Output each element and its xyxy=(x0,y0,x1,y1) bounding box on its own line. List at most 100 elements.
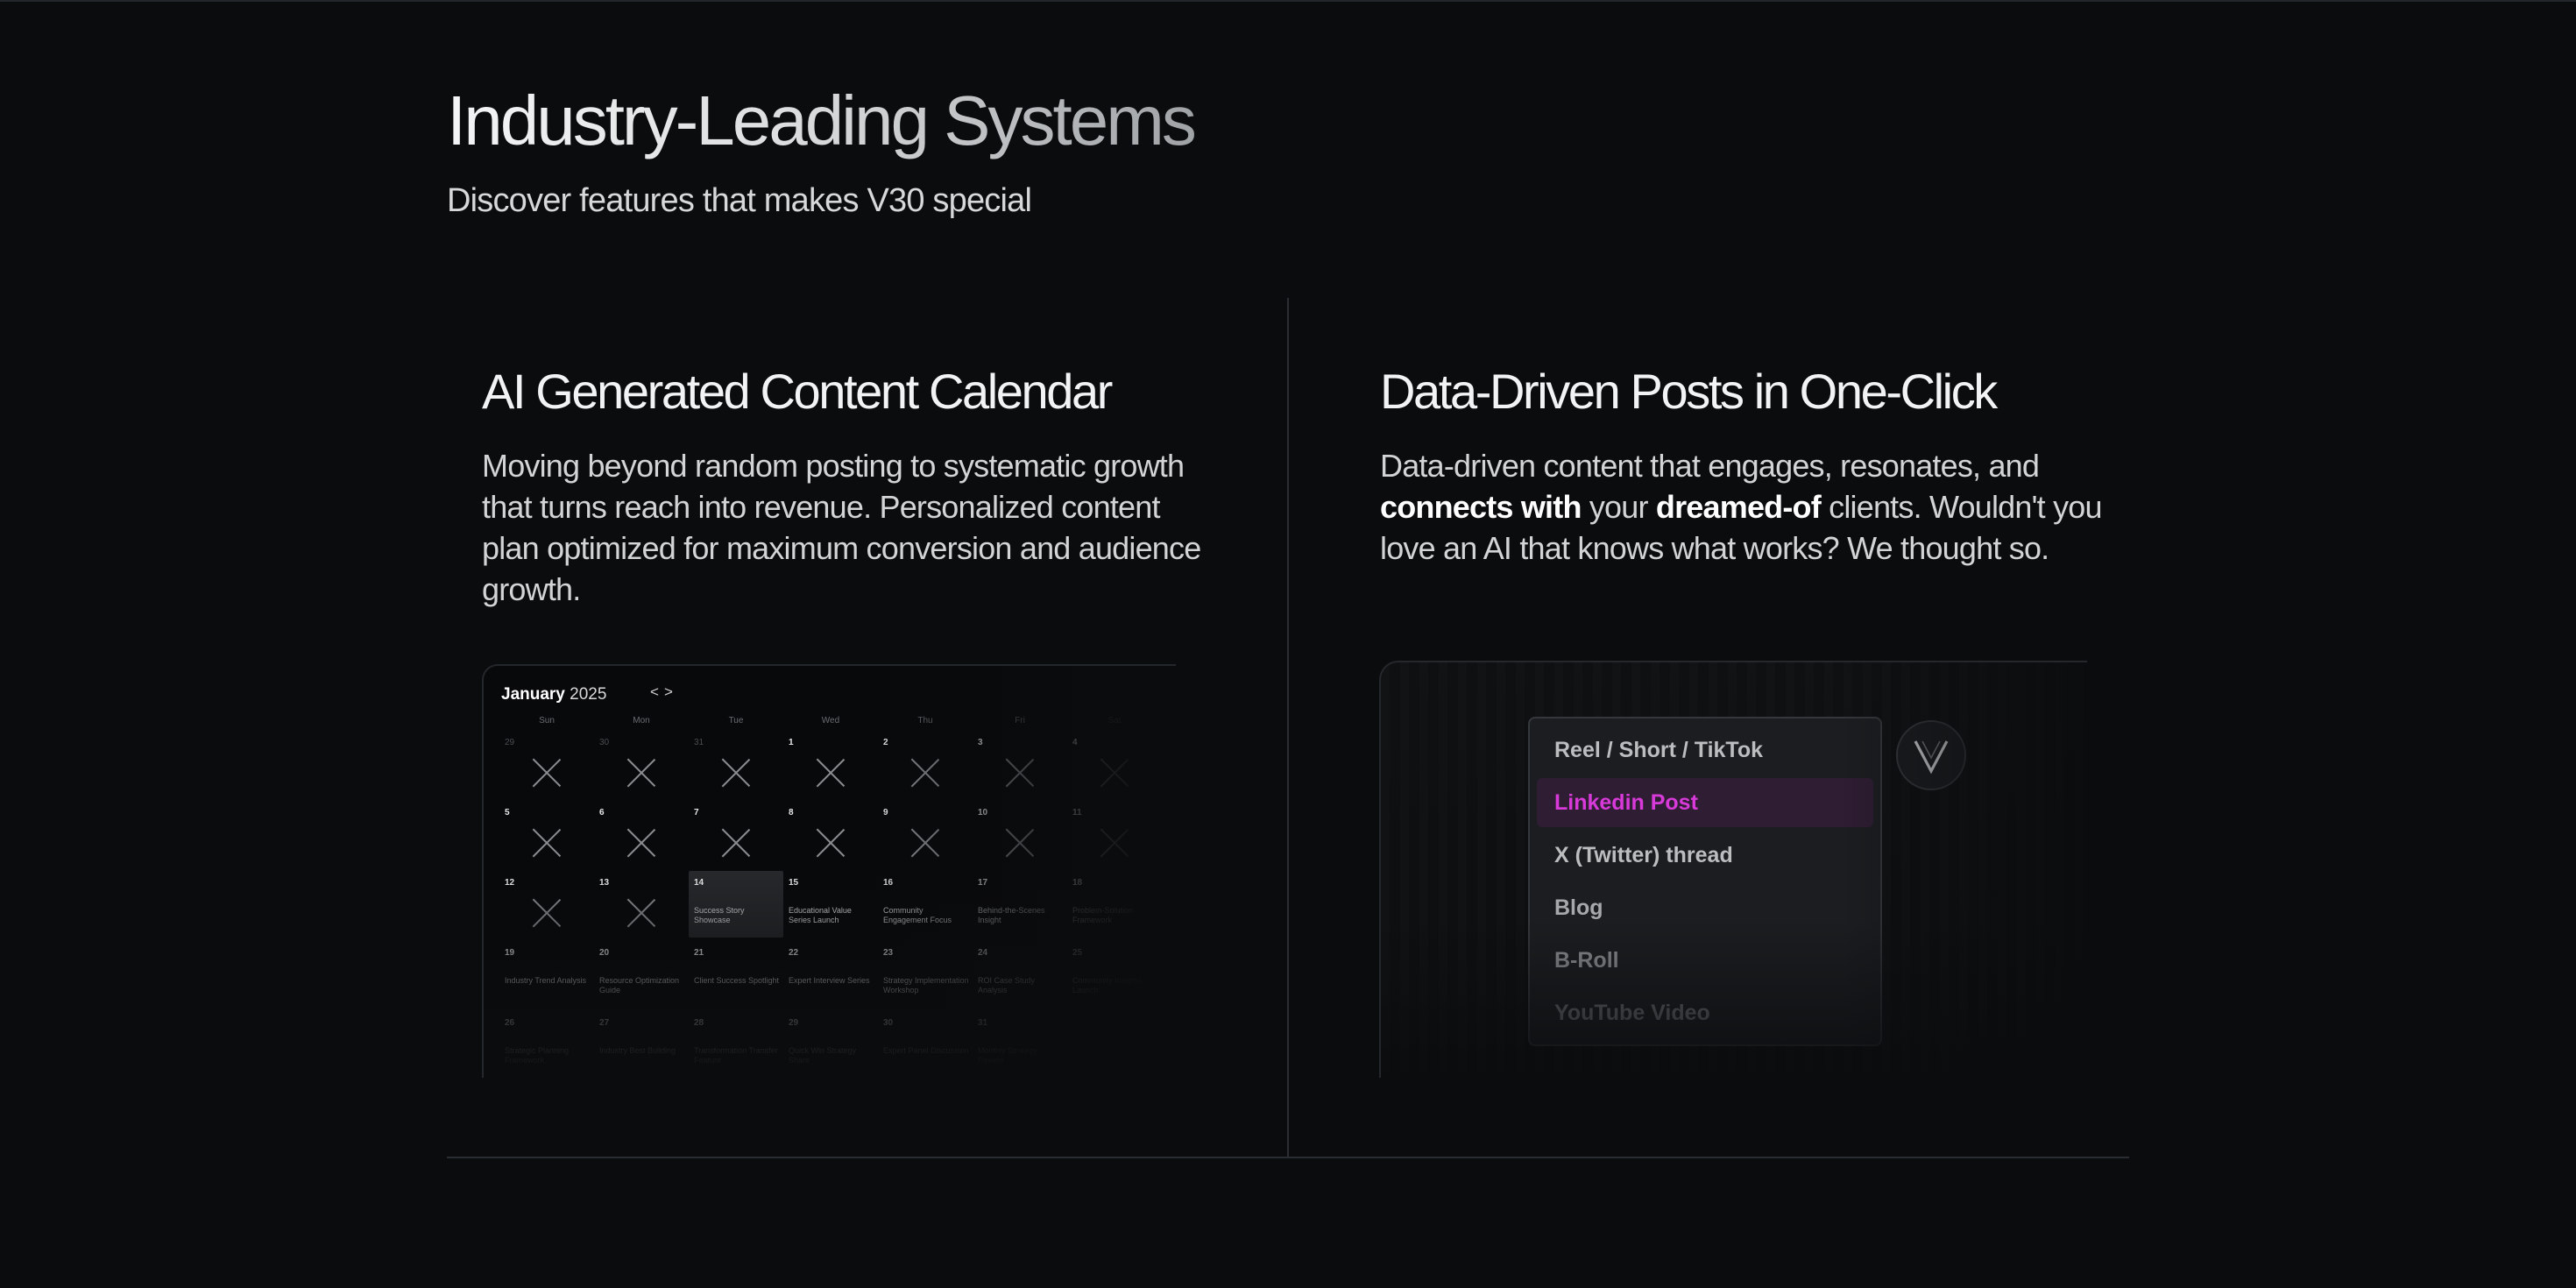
calendar-day-cell[interactable]: 23 Strategy Implementation Workshop xyxy=(878,941,973,1008)
calendar-event-label: Monthly Strategy Review xyxy=(978,1046,1037,1065)
post-type-option[interactable]: B-Roll xyxy=(1537,936,1873,985)
calendar-day-cell[interactable]: 5 xyxy=(499,801,594,867)
close-icon xyxy=(815,757,846,789)
chevron-left-icon[interactable]: < xyxy=(650,683,664,700)
calendar-event-label: Expert Interview Series xyxy=(789,976,870,985)
calendar-day-cell[interactable]: 17 Behind-the-Scenes Insight xyxy=(973,871,1067,938)
calendar-event-label: Client Success Spotlight xyxy=(694,976,780,985)
calendar-day-cell[interactable]: 12 xyxy=(499,871,594,938)
calendar-day-number: 29 xyxy=(789,1018,799,1028)
calendar-day-number: 3 xyxy=(978,738,983,747)
top-border xyxy=(0,0,2576,2)
calendar-day-cell[interactable]: 13 xyxy=(594,871,689,938)
close-icon xyxy=(909,827,941,859)
calendar-event-label: Industry Trend Analysis xyxy=(505,976,587,985)
calendar-day-number: 20 xyxy=(599,948,610,958)
v-logo-glyph xyxy=(1914,740,1949,775)
calendar-day-cell[interactable] xyxy=(1067,1011,1162,1078)
close-icon xyxy=(1099,757,1130,789)
calendar-day-cell[interactable]: 2 xyxy=(878,731,973,797)
post-type-option[interactable]: Blog xyxy=(1537,883,1873,932)
close-icon xyxy=(531,827,563,859)
calendar-weekday: Wed xyxy=(821,716,840,725)
calendar-day-cell[interactable]: 16 Community Engagement Focus xyxy=(878,871,973,938)
calendar-day-cell[interactable]: 25 Community Insights Launch xyxy=(1067,941,1162,1008)
calendar-day-number: 28 xyxy=(694,1018,704,1028)
calendar-grid: Sun Mon Tue Wed Thu Fri Sat 29 30 31 1 2 3 4 5 6 7 8 9 10 1… xyxy=(499,711,1162,1078)
calendar-day-cell[interactable]: 29 Quick Win Strategy Share xyxy=(783,1011,878,1078)
calendar-day-cell[interactable]: 28 Transformation Transfer Feature xyxy=(689,1011,783,1078)
calendar-day-number: 27 xyxy=(599,1018,610,1028)
post-type-preview: Reel / Short / TikTok Linkedin Post X (Twi… xyxy=(1379,661,2087,1078)
calendar-day-number: 30 xyxy=(599,738,610,747)
close-icon xyxy=(1004,757,1036,789)
section-bottom-divider xyxy=(447,1157,2129,1158)
close-icon xyxy=(626,897,657,929)
calendar-day-number: 26 xyxy=(505,1018,515,1028)
calendar-weekday: Thu xyxy=(917,716,933,725)
calendar-day-cell[interactable]: 3 xyxy=(973,731,1067,797)
calendar-day-cell[interactable]: 29 xyxy=(499,731,594,797)
calendar-day-cell[interactable]: 6 xyxy=(594,801,689,867)
post-type-option[interactable]: Reel / Short / TikTok xyxy=(1537,725,1873,775)
calendar-day-cell[interactable]: 7 xyxy=(689,801,783,867)
calendar-day-cell[interactable]: 8 xyxy=(783,801,878,867)
calendar-day-cell[interactable]: 9 xyxy=(878,801,973,867)
close-icon xyxy=(531,757,563,789)
calendar-week-row: 29 30 31 1 2 3 4 xyxy=(499,731,1162,801)
post-type-option[interactable]: X (Twitter) thread xyxy=(1537,831,1873,880)
calendar-day-cell[interactable]: 11 xyxy=(1067,801,1162,867)
calendar-day-cell[interactable]: 31 Monthly Strategy Review xyxy=(973,1011,1067,1078)
calendar-day-number: 1 xyxy=(789,738,794,747)
calendar-weekday: Mon xyxy=(633,716,650,725)
description-emphasis: connects with xyxy=(1380,489,1582,525)
calendar-day-cell[interactable]: 22 Expert Interview Series xyxy=(783,941,878,1008)
calendar-day-cell[interactable]: 24 ROI Case Study Analysis xyxy=(973,941,1067,1008)
description-text: your xyxy=(1581,489,1656,525)
feature-calendar-title: AI Generated Content Calendar xyxy=(482,364,1113,419)
calendar-event-label: Industry Best Building xyxy=(599,1046,676,1055)
calendar-day-cell[interactable]: 20 Resource Optimization Guide xyxy=(594,941,689,1008)
calendar-day-cell[interactable]: 18 Problem-Solution Framework xyxy=(1067,871,1162,938)
calendar-day-number: 5 xyxy=(505,808,510,817)
calendar-day-cell[interactable]: 10 xyxy=(973,801,1067,867)
calendar-day-number: 22 xyxy=(789,948,799,958)
calendar-day-number: 31 xyxy=(694,738,704,747)
calendar-event-label: Success Story Showcase xyxy=(694,906,745,924)
calendar-event-label: Behind-the-Scenes Insight xyxy=(978,906,1045,924)
calendar-day-cell[interactable]: 27 Industry Best Building xyxy=(594,1011,689,1078)
calendar-weekday: Sun xyxy=(539,716,555,725)
post-type-option[interactable]: YouTube Video xyxy=(1537,988,1873,1037)
chevron-right-icon[interactable]: > xyxy=(664,683,678,700)
calendar-day-number: 8 xyxy=(789,808,794,817)
calendar-weekday: Tue xyxy=(728,716,744,725)
calendar-day-cell[interactable]: 15 Educational Value Series Launch xyxy=(783,871,878,938)
v30-logo-icon xyxy=(1896,720,1966,790)
description-emphasis: dreamed-of xyxy=(1655,489,1822,525)
calendar-day-cell[interactable]: 14 Success Story Showcase xyxy=(689,871,783,938)
section-subtitle: Discover features that makes V30 special xyxy=(447,182,1032,219)
calendar-event-label: Expert Panel Discussion xyxy=(883,1046,969,1055)
section-title: Industry-Leading Systems xyxy=(447,77,1197,165)
calendar-day-cell[interactable]: 19 Industry Trend Analysis xyxy=(499,941,594,1008)
calendar-day-cell[interactable]: 30 Expert Panel Discussion xyxy=(878,1011,973,1078)
close-icon xyxy=(1099,827,1130,859)
calendar-event-label: Problem-Solution Framework xyxy=(1072,906,1134,924)
calendar-preview: January 2025 <> Sun Mon Tue Wed Thu Fri Sat 29… xyxy=(482,664,1176,1078)
calendar-day-cell[interactable]: 21 Client Success Spotlight xyxy=(689,941,783,1008)
calendar-day-cell[interactable]: 1 xyxy=(783,731,878,797)
calendar-day-number: 23 xyxy=(883,948,894,958)
close-icon xyxy=(815,827,846,859)
calendar-day-cell[interactable]: 26 Strategic Planning Framework xyxy=(499,1011,594,1078)
calendar-event-label: Community Engagement Focus xyxy=(883,906,952,924)
calendar-day-number: 19 xyxy=(505,948,515,958)
calendar-event-label: Strategy Implementation Workshop xyxy=(883,976,969,994)
calendar-day-cell[interactable]: 31 xyxy=(689,731,783,797)
calendar-day-cell[interactable]: 4 xyxy=(1067,731,1162,797)
post-type-option[interactable]: Linkedin Post xyxy=(1537,778,1873,827)
close-icon xyxy=(1004,827,1036,859)
calendar-day-number: 7 xyxy=(694,808,699,817)
calendar-day-cell[interactable]: 30 xyxy=(594,731,689,797)
calendar-day-number: 30 xyxy=(883,1018,894,1028)
calendar-event-label: Quick Win Strategy Share xyxy=(789,1046,857,1065)
